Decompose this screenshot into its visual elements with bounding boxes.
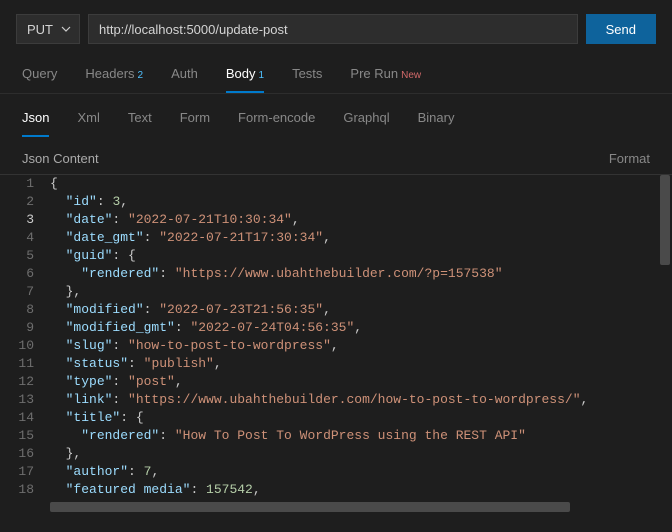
code-line[interactable]: 17 "author": 7,: [0, 463, 672, 481]
content-header: Json Content Format: [0, 137, 672, 174]
code-content: "date": "2022-07-21T10:30:34",: [50, 211, 672, 229]
code-content: "slug": "how-to-post-to-wordpress",: [50, 337, 672, 355]
code-content: "guid": {: [50, 247, 672, 265]
code-content: "link": "https://www.ubahthebuilder.com/…: [50, 391, 672, 409]
code-line[interactable]: 2 "id": 3,: [0, 193, 672, 211]
code-content: "id": 3,: [50, 193, 672, 211]
code-line[interactable]: 3 "date": "2022-07-21T10:30:34",: [0, 211, 672, 229]
line-number: 14: [0, 409, 50, 427]
json-editor[interactable]: 1{2 "id": 3,3 "date": "2022-07-21T10:30:…: [0, 174, 672, 514]
line-number: 15: [0, 427, 50, 445]
tab-prerun[interactable]: Pre RunNew: [350, 66, 421, 93]
code-content: "rendered": "How To Post To WordPress us…: [50, 427, 672, 445]
line-number: 5: [0, 247, 50, 265]
code-content: },: [50, 283, 672, 301]
format-button[interactable]: Format: [609, 151, 650, 166]
code-line[interactable]: 6 "rendered": "https://www.ubahthebuilde…: [0, 265, 672, 283]
code-line[interactable]: 15 "rendered": "How To Post To WordPress…: [0, 427, 672, 445]
code-content: "rendered": "https://www.ubahthebuilder.…: [50, 265, 672, 283]
subtab-graphql[interactable]: Graphql: [343, 110, 389, 137]
code-line[interactable]: 1{: [0, 175, 672, 193]
new-badge: New: [401, 70, 421, 81]
code-line[interactable]: 18 "featured media": 157542,: [0, 481, 672, 499]
code-content: "modified": "2022-07-23T21:56:35",: [50, 301, 672, 319]
subtab-binary[interactable]: Binary: [418, 110, 455, 137]
code-content: "type": "post",: [50, 373, 672, 391]
subtab-form-encode[interactable]: Form-encode: [238, 110, 315, 137]
url-input[interactable]: [88, 14, 578, 44]
code-line[interactable]: 13 "link": "https://www.ubahthebuilder.c…: [0, 391, 672, 409]
code-line[interactable]: 11 "status": "publish",: [0, 355, 672, 373]
content-title: Json Content: [22, 151, 99, 166]
line-number: 3: [0, 211, 50, 229]
line-number: 7: [0, 283, 50, 301]
code-line[interactable]: 4 "date_gmt": "2022-07-21T17:30:34",: [0, 229, 672, 247]
tab-query[interactable]: Query: [22, 66, 57, 93]
line-number: 4: [0, 229, 50, 247]
headers-count: 2: [138, 70, 144, 81]
code-content: "featured media": 157542,: [50, 481, 672, 499]
code-line[interactable]: 9 "modified_gmt": "2022-07-24T04:56:35",: [0, 319, 672, 337]
tab-tests[interactable]: Tests: [292, 66, 322, 93]
body-subtabs: Json Xml Text Form Form-encode Graphql B…: [0, 94, 672, 137]
code-line[interactable]: 14 "title": {: [0, 409, 672, 427]
line-number: 17: [0, 463, 50, 481]
line-number: 8: [0, 301, 50, 319]
code-line[interactable]: 16 },: [0, 445, 672, 463]
line-number: 12: [0, 373, 50, 391]
main-tabs: Query Headers2 Auth Body1 Tests Pre RunN…: [0, 54, 672, 94]
line-number: 16: [0, 445, 50, 463]
subtab-json[interactable]: Json: [22, 110, 49, 137]
code-content: "author": 7,: [50, 463, 672, 481]
code-line[interactable]: 5 "guid": {: [0, 247, 672, 265]
code-line[interactable]: 12 "type": "post",: [0, 373, 672, 391]
line-number: 10: [0, 337, 50, 355]
subtab-text[interactable]: Text: [128, 110, 152, 137]
code-content: "modified_gmt": "2022-07-24T04:56:35",: [50, 319, 672, 337]
tab-auth[interactable]: Auth: [171, 66, 198, 93]
line-number: 6: [0, 265, 50, 283]
code-content: },: [50, 445, 672, 463]
send-button[interactable]: Send: [586, 14, 656, 44]
subtab-form[interactable]: Form: [180, 110, 210, 137]
code-line[interactable]: 10 "slug": "how-to-post-to-wordpress",: [0, 337, 672, 355]
line-number: 2: [0, 193, 50, 211]
tab-body[interactable]: Body1: [226, 66, 264, 93]
scrollbar-horizontal[interactable]: [50, 502, 570, 512]
method-select[interactable]: PUT: [16, 14, 80, 44]
code-line[interactable]: 7 },: [0, 283, 672, 301]
line-number: 13: [0, 391, 50, 409]
code-content: "title": {: [50, 409, 672, 427]
line-number: 9: [0, 319, 50, 337]
tab-headers[interactable]: Headers2: [85, 66, 143, 93]
chevron-down-icon: [61, 24, 71, 34]
subtab-xml[interactable]: Xml: [77, 110, 99, 137]
code-content: "status": "publish",: [50, 355, 672, 373]
line-number: 11: [0, 355, 50, 373]
line-number: 18: [0, 481, 50, 499]
line-number: 1: [0, 175, 50, 193]
body-count: 1: [259, 70, 265, 81]
code-content: "date_gmt": "2022-07-21T17:30:34",: [50, 229, 672, 247]
code-line[interactable]: 8 "modified": "2022-07-23T21:56:35",: [0, 301, 672, 319]
scrollbar-vertical[interactable]: [660, 175, 670, 265]
code-content: {: [50, 175, 672, 193]
method-value: PUT: [27, 22, 53, 37]
request-bar: PUT Send: [0, 0, 672, 54]
